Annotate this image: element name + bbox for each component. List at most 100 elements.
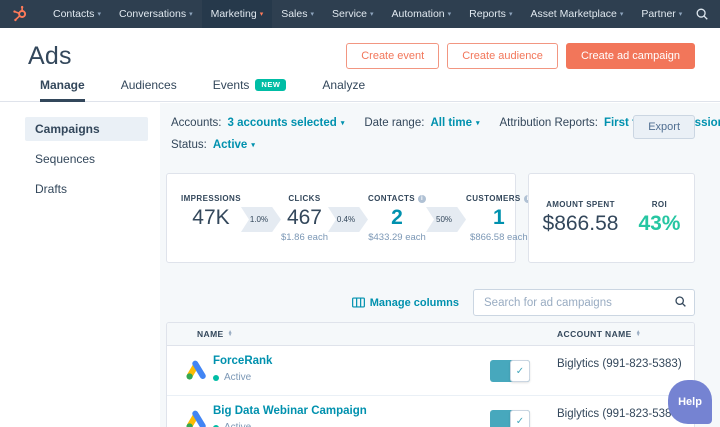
customers-cost-each: $866.58 each <box>470 232 528 244</box>
date-range-filter-dropdown[interactable]: All time ▾ <box>430 117 479 129</box>
nav-label: Contacts <box>53 8 95 20</box>
campaign-toggle[interactable]: ✓ <box>490 410 530 427</box>
customers-label: CUSTOMERS i <box>466 194 532 203</box>
header-actions: Create event Create audience Create ad c… <box>346 43 695 69</box>
tab-label: Analyze <box>322 78 366 92</box>
sidebar-item-sequences[interactable]: Sequences <box>25 147 148 171</box>
status-filter: Status: Active ▾ <box>171 139 255 151</box>
caret-down-icon: ▾ <box>251 142 255 149</box>
customers-metric: CUSTOMERS i 1 $866.58 each <box>466 194 532 243</box>
campaign-status: Active <box>213 422 251 427</box>
nav-item-partner[interactable]: Partner ▾ <box>632 0 691 28</box>
new-badge: NEW <box>255 78 287 92</box>
create-ad-campaign-button[interactable]: Create ad campaign <box>565 43 695 69</box>
funnel-metrics-card: IMPRESSIONS 47K 1.0% CLICKS 467 $1.86 ea… <box>166 173 532 263</box>
nav-label: Reports <box>469 8 506 20</box>
campaign-toggle[interactable]: ✓ <box>490 360 530 382</box>
amount-spent-label: AMOUNT SPENT <box>546 200 615 209</box>
roi-value: 43% <box>638 212 681 235</box>
campaign-name-link[interactable]: ForceRank <box>213 355 272 367</box>
create-event-button[interactable]: Create event <box>346 43 440 69</box>
nav-item-sales[interactable]: Sales ▾ <box>272 0 323 28</box>
tab-analyze[interactable]: Analyze <box>322 78 365 102</box>
search-icon[interactable] <box>691 3 713 25</box>
toggle-check-icon: ✓ <box>510 410 530 427</box>
contacts-cost-each: $433.29 each <box>368 232 426 244</box>
status-label: Active <box>224 422 251 427</box>
export-button[interactable]: Export <box>633 115 695 139</box>
campaign-search-input[interactable] <box>473 289 695 316</box>
impressions-metric: IMPRESSIONS 47K <box>181 194 241 230</box>
impressions-value: 47K <box>192 206 230 229</box>
campaign-name-link[interactable]: Big Data Webinar Campaign <box>213 405 367 417</box>
roi-metric: ROI 43% <box>638 200 680 236</box>
tab-events[interactable]: Events NEW <box>213 78 287 102</box>
impressions-to-clicks-rate: 1.0% <box>240 207 281 232</box>
column-header-name[interactable]: NAME ▲ ▼ <box>197 323 233 345</box>
nav-utilities: ⚙ ▾ <box>691 3 720 25</box>
accounts-filter-dropdown[interactable]: 3 accounts selected ▾ <box>228 117 345 129</box>
date-range-filter: Date range: All time ▾ <box>364 117 479 129</box>
nav-item-conversations[interactable]: Conversations ▾ <box>110 0 202 28</box>
status-filter-dropdown[interactable]: Active ▾ <box>213 139 255 151</box>
nav-item-marketing[interactable]: Marketing ▾ <box>201 0 273 28</box>
clicks-label: CLICKS <box>288 194 321 203</box>
column-header-account-name[interactable]: ACCOUNT NAME ▲ ▼ <box>557 323 641 345</box>
campaign-search <box>473 289 695 316</box>
nav-item-reports[interactable]: Reports ▾ <box>460 0 521 28</box>
manage-columns-label: Manage columns <box>369 296 459 309</box>
main-area: Campaigns Sequences Drafts Accounts: 3 a… <box>0 103 720 427</box>
tab-bar: Manage Audiences Events NEW Analyze <box>0 78 720 102</box>
date-range-filter-value: All time <box>430 117 472 129</box>
tab-audiences[interactable]: Audiences <box>121 78 177 102</box>
nav-label: Marketing <box>210 8 257 20</box>
nav-label: Conversations <box>118 8 187 20</box>
table-row: ForceRank Active ✓ Biglytics (991-823-53… <box>167 346 694 396</box>
nav-menu: Contacts ▾ Conversations ▾ Marketing ▾ S… <box>44 0 691 28</box>
columns-icon <box>351 297 365 308</box>
caret-down-icon: ▾ <box>259 10 264 18</box>
nav-label: Asset Marketplace <box>530 8 617 20</box>
nav-label: Partner <box>641 8 676 20</box>
nav-item-asset-marketplace[interactable]: Asset Marketplace ▾ <box>521 0 632 28</box>
filters-row-2: Status: Active ▾ <box>171 139 695 151</box>
attribution-filter-label: Attribution Reports: <box>499 117 598 129</box>
sidebar-item-drafts[interactable]: Drafts <box>25 177 148 201</box>
nav-item-service[interactable]: Service ▾ <box>323 0 383 28</box>
search-icon[interactable] <box>674 295 687 308</box>
amount-spent-value: $866.58 <box>542 212 619 235</box>
google-ads-icon <box>185 360 207 381</box>
caret-down-icon: ▾ <box>189 10 193 18</box>
hubspot-logo-icon[interactable] <box>12 5 30 23</box>
tab-manage[interactable]: Manage <box>40 78 85 102</box>
impressions-label: IMPRESSIONS <box>181 194 241 203</box>
google-ads-icon <box>185 410 207 427</box>
column-label: ACCOUNT NAME <box>557 329 632 339</box>
contacts-value: 2 <box>391 206 403 229</box>
campaigns-table: NAME ▲ ▼ ACCOUNT NAME ▲ ▼ ForceRank Acti… <box>166 322 695 427</box>
page-header: Ads Create event Create audience Create … <box>0 28 720 78</box>
clicks-value: 467 <box>286 206 322 229</box>
info-icon[interactable]: i <box>418 194 427 203</box>
caret-down-icon: ▾ <box>508 10 513 18</box>
status-filter-label: Status: <box>171 139 207 151</box>
customers-value: 1 <box>492 206 505 229</box>
nav-item-automation[interactable]: Automation ▾ <box>383 0 461 28</box>
manage-columns-link[interactable]: Manage columns <box>351 296 459 309</box>
caret-down-icon: ▾ <box>370 10 374 18</box>
status-dot-icon <box>213 374 219 381</box>
help-button[interactable]: Help <box>668 380 712 424</box>
sort-icon: ▲ ▼ <box>227 329 233 338</box>
clicks-cost-each: $1.86 each <box>280 232 328 244</box>
create-audience-button[interactable]: Create audience <box>447 43 558 69</box>
table-header: NAME ▲ ▼ ACCOUNT NAME ▲ ▼ <box>167 323 694 346</box>
content-area: Accounts: 3 accounts selected ▾ Date ran… <box>160 103 720 427</box>
caret-down-icon: ▾ <box>475 120 480 127</box>
nav-item-contacts[interactable]: Contacts ▾ <box>44 0 110 28</box>
accounts-filter: Accounts: 3 accounts selected ▾ <box>171 117 344 129</box>
contacts-to-customers-rate: 50% <box>426 207 467 232</box>
caret-down-icon: ▾ <box>678 10 683 18</box>
table-row: Big Data Webinar Campaign Active ✓ Bigly… <box>167 396 694 427</box>
roi-label: ROI <box>651 200 668 209</box>
sidebar-item-campaigns[interactable]: Campaigns <box>25 117 148 141</box>
